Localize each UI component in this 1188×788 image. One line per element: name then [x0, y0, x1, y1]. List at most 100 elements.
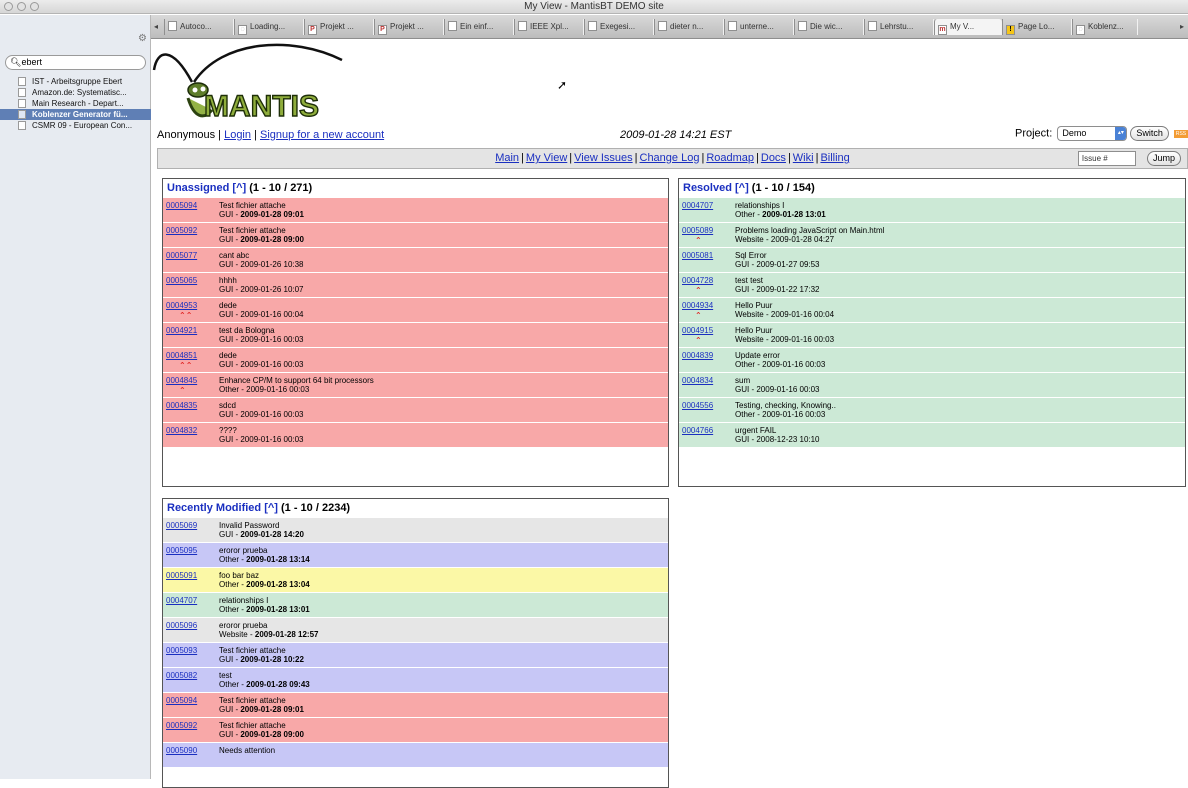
- menu-link-change-log[interactable]: Change Log: [640, 152, 700, 164]
- issue-id-link[interactable]: 0004728: [682, 276, 713, 286]
- issue-id-link[interactable]: 0005092: [166, 226, 197, 236]
- browser-tab[interactable]: ! Page Lo...: [1002, 19, 1072, 35]
- issue-id-link[interactable]: 0005093: [166, 646, 197, 656]
- menu-link-my-view[interactable]: My View: [526, 152, 567, 164]
- browser-tab[interactable]: Die wic...: [794, 19, 864, 35]
- recent-box-header: Recently Modified [^] (1 - 10 / 2234): [163, 499, 668, 517]
- issue-meta: Website - 2009-01-28 04:27: [735, 235, 835, 244]
- issue-id-link[interactable]: 0004556: [682, 401, 713, 411]
- browser-tab[interactable]: Exegesi...: [584, 19, 654, 35]
- issue-category: GUI: [219, 310, 234, 319]
- sidebar-result-item[interactable]: Main Research - Depart...: [0, 98, 151, 109]
- issue-date: 2009-01-28 13:01: [246, 605, 310, 614]
- gear-icon[interactable]: ⚙: [138, 33, 147, 44]
- browser-tab[interactable]: dieter n...: [654, 19, 724, 35]
- issue-meta: GUI - 2009-01-16 00:03: [219, 435, 304, 444]
- browser-tab[interactable]: IEEE Xpl...: [514, 19, 584, 35]
- issue-meta: GUI - 2009-01-16 00:03: [219, 360, 304, 369]
- issue-id-link[interactable]: 0005065: [166, 276, 197, 286]
- signup-link[interactable]: Signup for a new account: [260, 129, 384, 141]
- issue-id-link[interactable]: 0005092: [166, 721, 197, 731]
- sidebar-result-item[interactable]: Koblenzer Generator fü...: [0, 109, 151, 120]
- issue-id-link[interactable]: 0005094: [166, 201, 197, 211]
- issue-id-link[interactable]: 0004835: [166, 401, 197, 411]
- recent-title-link[interactable]: Recently Modified: [167, 502, 261, 514]
- issue-id-link[interactable]: 0004921: [166, 326, 197, 336]
- mantis-logo[interactable]: MANTIS: [152, 40, 352, 130]
- recent-collapse-link[interactable]: [^]: [264, 502, 278, 514]
- select-arrows-icon: ▴▾: [1115, 127, 1127, 140]
- browser-tab[interactable]: Lehrstu...: [864, 19, 934, 35]
- issue-category: GUI: [735, 260, 750, 269]
- browser-tab[interactable]: m My V...: [934, 19, 1002, 35]
- tab-scroll-left-icon[interactable]: ◂: [154, 22, 158, 31]
- issue-id-link[interactable]: 0005091: [166, 571, 197, 581]
- issue-id-link[interactable]: 0005096: [166, 621, 197, 631]
- issue-id-link[interactable]: 0004845: [166, 376, 197, 386]
- sidebar-result-item[interactable]: Amazon.de: Systematisc...: [0, 87, 151, 98]
- browser-tab[interactable]: ◌ Koblenz...: [1072, 19, 1138, 35]
- browser-tab[interactable]: P Projekt ...: [374, 19, 444, 35]
- menu-link-roadmap[interactable]: Roadmap: [706, 152, 754, 164]
- menu-link-wiki[interactable]: Wiki: [793, 152, 814, 164]
- sidebar-result-label: Amazon.de: Systematisc...: [32, 88, 127, 97]
- browser-tab[interactable]: Ein einf...: [444, 19, 514, 35]
- issue-id-link[interactable]: 0004953: [166, 301, 197, 311]
- resolved-box: Resolved [^] (1 - 10 / 154) 0004707 relati…: [678, 178, 1186, 487]
- issue-meta: Website - 2009-01-28 12:57: [219, 630, 319, 639]
- issue-id-link[interactable]: 0005082: [166, 671, 197, 681]
- rss-icon[interactable]: RSS: [1174, 129, 1188, 138]
- issue-id-link[interactable]: 0004766: [682, 426, 713, 436]
- issue-category: GUI: [219, 530, 234, 539]
- issue-number-input[interactable]: Issue #: [1077, 151, 1136, 166]
- issue-id-link[interactable]: 0005081: [682, 251, 713, 261]
- resolved-title-link[interactable]: Resolved: [683, 182, 732, 194]
- issue-id-link[interactable]: 0005089: [682, 226, 713, 236]
- sidebar-result-item[interactable]: CSMR 09 - European Con...: [0, 120, 151, 131]
- issue-id-link[interactable]: 0005094: [166, 696, 197, 706]
- issue-id-link[interactable]: 0004834: [682, 376, 713, 386]
- switch-button[interactable]: Switch: [1130, 126, 1169, 141]
- issue-meta: GUI - 2008-12-23 10:10: [735, 435, 820, 444]
- menu-link-docs[interactable]: Docs: [761, 152, 786, 164]
- project-select[interactable]: Demo ▴▾: [1057, 126, 1128, 141]
- issue-id-link[interactable]: 0004915: [682, 326, 713, 336]
- issue-id-link[interactable]: 0005095: [166, 546, 197, 556]
- issue-id-link[interactable]: 0005069: [166, 521, 197, 531]
- page-icon: [18, 77, 26, 86]
- menu-separator: |: [521, 152, 524, 164]
- user-status-line: Anonymous | Login | Signup for a new acc…: [157, 129, 385, 141]
- menu-link-main[interactable]: Main: [495, 152, 519, 164]
- browser-tab-label: Projekt ...: [390, 22, 424, 31]
- tab-scroll-right-icon[interactable]: ▸: [1180, 22, 1184, 31]
- browser-tab-label: Loading...: [250, 22, 286, 31]
- login-link[interactable]: Login: [224, 129, 251, 141]
- issue-meta: GUI - 2009-01-28 09:00: [219, 235, 304, 244]
- menu-link-view-issues[interactable]: View Issues: [574, 152, 633, 164]
- sidebar-result-label: Koblenzer Generator fü...: [32, 110, 128, 119]
- menu-link-billing[interactable]: Billing: [820, 152, 849, 164]
- issue-id-link[interactable]: 0005090: [166, 746, 197, 756]
- browser-tab[interactable]: P Projekt ...: [304, 19, 374, 35]
- bookmark-icon: [18, 110, 26, 119]
- issue-id-link[interactable]: 0004707: [682, 201, 713, 211]
- issue-id-link[interactable]: 0004707: [166, 596, 197, 606]
- page-icon: [588, 21, 597, 31]
- browser-tab[interactable]: unterne...: [724, 19, 794, 35]
- issue-id-link[interactable]: 0004839: [682, 351, 713, 361]
- browser-tab-label: Exegesi...: [600, 22, 636, 31]
- issue-id-link[interactable]: 0004851: [166, 351, 197, 361]
- sidebar-result-item[interactable]: IST - Arbeitsgruppe Ebert: [0, 76, 151, 87]
- jump-button[interactable]: Jump: [1146, 151, 1181, 166]
- unassigned-title-link[interactable]: Unassigned: [167, 182, 229, 194]
- issue-id-link[interactable]: 0004934: [682, 301, 713, 311]
- browser-tab[interactable]: Autoco...: [164, 19, 234, 35]
- resolved-collapse-link[interactable]: [^]: [735, 182, 749, 194]
- browser-tab[interactable]: ◌ Loading...: [234, 19, 304, 35]
- unassigned-collapse-link[interactable]: [^]: [232, 182, 246, 194]
- issue-category: Website: [219, 630, 248, 639]
- issue-id-link[interactable]: 0004832: [166, 426, 197, 436]
- sidebar-search-input[interactable]: 🔍︎ebert: [5, 55, 146, 70]
- issue-date: 2009-01-28 09:01: [240, 210, 304, 219]
- issue-id-link[interactable]: 0005077: [166, 251, 197, 261]
